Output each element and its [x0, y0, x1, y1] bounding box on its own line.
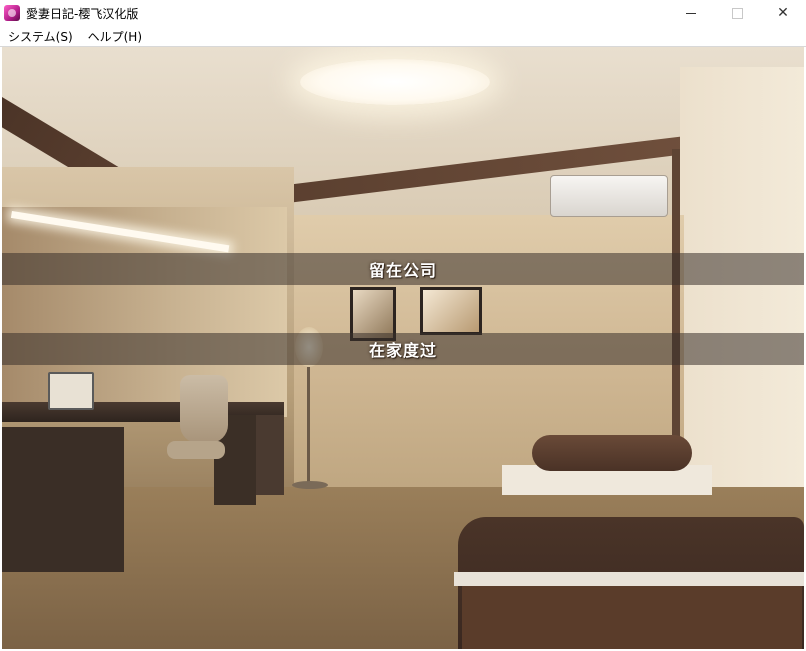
- choice-label: 留在公司: [368, 261, 437, 280]
- title-bar: 愛妻日記-樱飞汉化版 ✕: [0, 0, 806, 27]
- choice-stay-at-company[interactable]: 留在公司: [2, 253, 804, 285]
- window-title: 愛妻日記-樱飞汉化版: [26, 6, 139, 21]
- maximize-button[interactable]: [714, 0, 760, 26]
- close-button[interactable]: ✕: [760, 0, 806, 26]
- floor-lamp-base: [292, 481, 328, 489]
- air-conditioner: [550, 175, 668, 217]
- game-scene[interactable]: 留在公司 在家度过: [2, 47, 804, 649]
- ceiling-light: [300, 59, 490, 105]
- menu-system[interactable]: システム(S): [1, 28, 80, 45]
- chair-seat: [167, 441, 225, 459]
- maximize-icon: [731, 7, 743, 19]
- laptop: [48, 372, 94, 410]
- menu-bar: システム(S) ヘルプ(H): [0, 26, 806, 47]
- minimize-button[interactable]: [668, 0, 714, 26]
- wall-picture-right: [420, 287, 482, 335]
- bed-base: [462, 586, 802, 649]
- minimize-icon: [686, 12, 696, 14]
- bed-pillow: [532, 435, 692, 471]
- window-controls: ✕: [668, 0, 806, 26]
- floor-lamp-pole: [307, 367, 310, 487]
- chair-back: [180, 375, 228, 443]
- close-icon: ✕: [777, 5, 789, 21]
- choice-spend-at-home[interactable]: 在家度过: [2, 333, 804, 365]
- desk-cabinet: [256, 415, 284, 495]
- app-icon[interactable]: [4, 5, 20, 21]
- choice-label: 在家度过: [368, 341, 437, 360]
- menu-help[interactable]: ヘルプ(H): [81, 28, 149, 45]
- desk-body: [2, 427, 124, 572]
- bed-ruffle: [454, 572, 804, 586]
